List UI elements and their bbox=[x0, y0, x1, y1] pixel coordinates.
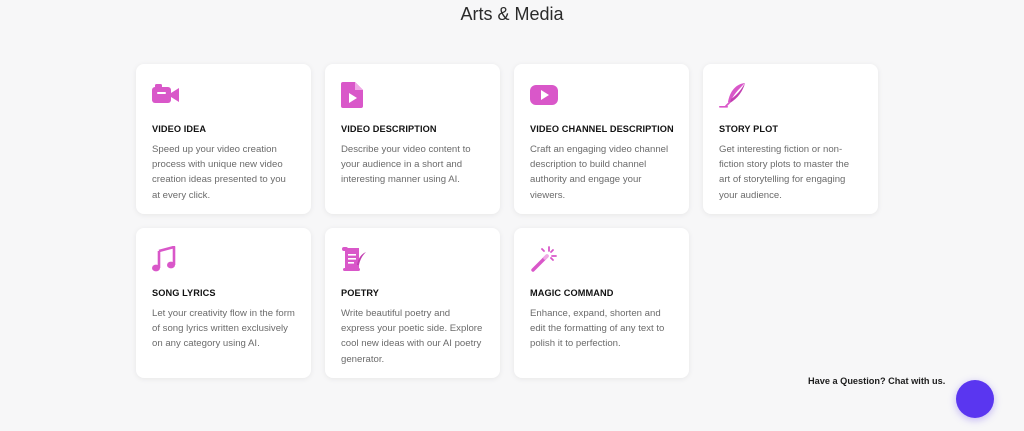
card-title: POETRY bbox=[341, 288, 380, 298]
chat-launcher-button[interactable] bbox=[956, 380, 994, 418]
card-video-idea[interactable]: VIDEO IDEA Speed up your video creation … bbox=[136, 64, 311, 214]
video-camera-icon bbox=[152, 81, 295, 109]
play-document-icon bbox=[341, 81, 484, 109]
card-poetry[interactable]: POETRY Write beautiful poetry and expres… bbox=[325, 228, 500, 378]
card-video-channel-description[interactable]: VIDEO CHANNEL DESCRIPTION Craft an engag… bbox=[514, 64, 689, 214]
card-title: MAGIC COMMAND bbox=[530, 288, 614, 298]
card-title: STORY PLOT bbox=[719, 124, 779, 134]
section-title: Arts & Media bbox=[460, 4, 564, 24]
tools-grid: VIDEO IDEA Speed up your video creation … bbox=[136, 64, 878, 378]
card-description: Let your creativity flow in the form of … bbox=[152, 308, 295, 350]
chat-prompt: Have a Question? Chat with us. bbox=[808, 376, 946, 386]
music-note-icon bbox=[152, 245, 295, 273]
card-description: Get interesting fiction or non-fiction s… bbox=[719, 144, 850, 201]
card-description: Enhance, expand, shorten and edit the fo… bbox=[530, 308, 665, 350]
card-description: Speed up your video creation process wit… bbox=[152, 144, 286, 201]
card-description: Write beautiful poetry and express your … bbox=[341, 308, 483, 365]
youtube-play-icon bbox=[530, 81, 673, 109]
card-song-lyrics[interactable]: SONG LYRICS Let your creativity flow in … bbox=[136, 228, 311, 378]
card-video-description[interactable]: VIDEO DESCRIPTION Describe your video co… bbox=[325, 64, 500, 214]
card-title: VIDEO IDEA bbox=[152, 124, 207, 134]
poetry-scroll-icon bbox=[341, 245, 484, 273]
card-story-plot[interactable]: STORY PLOT Get interesting fiction or no… bbox=[703, 64, 878, 214]
magic-wand-icon bbox=[530, 245, 673, 273]
card-title: VIDEO CHANNEL DESCRIPTION bbox=[530, 124, 674, 134]
card-description: Craft an engaging video channel descript… bbox=[530, 144, 669, 201]
card-title: VIDEO DESCRIPTION bbox=[341, 124, 437, 134]
feather-pen-icon bbox=[719, 81, 862, 109]
card-magic-command[interactable]: MAGIC COMMAND Enhance, expand, shorten a… bbox=[514, 228, 689, 378]
card-title: SONG LYRICS bbox=[152, 288, 216, 298]
card-description: Describe your video content to your audi… bbox=[341, 144, 471, 186]
